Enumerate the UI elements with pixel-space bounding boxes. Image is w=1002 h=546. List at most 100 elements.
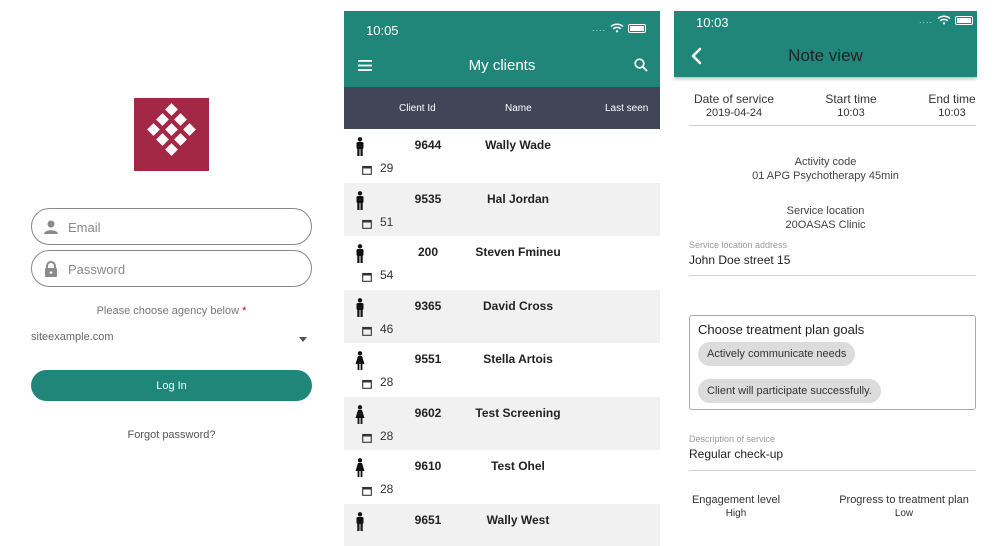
wifi-icon	[610, 23, 624, 33]
male-person-icon	[355, 190, 365, 211]
client-row[interactable]: 9535 Hal Jordan 51	[344, 182, 660, 236]
app-bar: Note view	[674, 34, 977, 77]
column-header-last-seen[interactable]: Last seen	[605, 103, 648, 114]
login-button[interactable]: Log In	[31, 370, 312, 401]
client-row[interactable]: 9610 Test Ohel 28	[344, 450, 660, 504]
client-last-seen-days: 46	[380, 321, 394, 336]
client-name: David Cross	[482, 298, 554, 313]
app-bar: My clients	[344, 45, 660, 87]
system-icons: ....	[919, 15, 973, 25]
client-last-seen-days: 29	[380, 161, 394, 175]
password-input[interactable]	[68, 259, 298, 279]
lock-icon	[45, 261, 57, 277]
agency-select[interactable]: siteexample.com	[31, 328, 312, 348]
client-name: Stella Artois	[483, 352, 553, 366]
activity-code-value: 01 APG Psychotherapy 45min	[752, 170, 899, 182]
client-row[interactable]: 200 Steven Fmineu 54	[344, 236, 660, 290]
treatment-plan-goals: Choose treatment plan goals Actively com…	[689, 315, 976, 410]
goals-title: Choose treatment plan goals	[698, 322, 865, 337]
logo-diamond-grid-icon	[147, 103, 196, 156]
person-icon	[44, 220, 58, 234]
date-of-service-label: Date of service	[693, 92, 775, 106]
service-location-address-value: John Doe street 15	[689, 253, 791, 267]
system-icons: ....	[592, 23, 646, 33]
wifi-icon	[937, 15, 951, 25]
agency-label-text: Please choose agency below	[96, 305, 240, 317]
calendar-icon	[362, 216, 372, 229]
search-icon[interactable]	[634, 58, 648, 72]
battery-icon	[955, 15, 973, 25]
email-field[interactable]	[31, 208, 312, 245]
engagement-level: Engagement level High	[689, 494, 783, 519]
description-value: Regular check-up	[689, 447, 784, 461]
password-field[interactable]	[31, 250, 312, 287]
status-bar: 10:05 ....	[344, 11, 660, 45]
engagement-label: Engagement level	[691, 494, 781, 506]
client-name: Wally West	[486, 512, 550, 527]
end-time: End time 10:03	[921, 92, 977, 119]
agency-logo	[134, 98, 209, 171]
email-input[interactable]	[68, 217, 298, 237]
progress-label: Progress to treatment plan	[839, 494, 969, 506]
client-list: 9644 Wally Wade 29 9535 Hal Jordan 51 200 Steve…	[344, 129, 660, 546]
end-time-label: End time	[928, 92, 976, 106]
status-bar: 10:03 ....	[674, 11, 977, 34]
activity-code-label: Activity code	[794, 156, 857, 168]
female-person-icon	[355, 351, 365, 371]
service-location-address: Service location address John Doe street…	[689, 240, 976, 276]
status-time: 10:05	[366, 23, 399, 38]
calendar-icon	[362, 376, 372, 389]
note-view-screen: 10:03 .... Note view Date of service 201…	[674, 11, 977, 546]
male-person-icon	[355, 297, 365, 318]
signal-icon: ....	[918, 15, 933, 25]
female-person-icon	[355, 458, 365, 478]
client-last-seen-days: 51	[380, 214, 394, 229]
client-last-seen-days: 28	[380, 375, 394, 389]
page-title: Note view	[788, 46, 863, 65]
client-name: Hal Jordan	[486, 191, 549, 206]
client-id: 9644	[414, 138, 442, 152]
date-of-service: Date of service 2019-04-24	[689, 92, 779, 119]
goal-chip[interactable]: Client will participate successfully.	[698, 379, 881, 403]
progress-value: Low	[894, 508, 914, 519]
column-header-client-id[interactable]: Client Id	[399, 103, 436, 114]
client-last-seen-days: 28	[380, 428, 394, 443]
end-time-value: 10:03	[938, 107, 966, 119]
male-person-icon	[355, 137, 365, 157]
battery-icon	[628, 23, 646, 33]
agency-label: Please choose agency below *	[0, 305, 343, 317]
client-id: 9651	[414, 512, 442, 527]
column-header-name[interactable]: Name	[505, 103, 532, 114]
client-name: Wally Wade	[485, 138, 551, 152]
client-name: Steven Fmineu	[475, 245, 561, 259]
service-location-value: 20OASAS Clinic	[785, 219, 866, 231]
page-title: My clients	[468, 57, 536, 74]
female-person-icon	[355, 404, 365, 425]
client-last-seen-days: 28	[380, 482, 394, 496]
service-location-address-label: Service location address	[689, 240, 788, 250]
calendar-icon	[362, 269, 372, 282]
status-time: 10:03	[696, 15, 729, 30]
service-location-label: Service location	[786, 205, 865, 217]
start-time-value: 10:03	[837, 107, 865, 119]
client-id: 9551	[414, 352, 442, 366]
clients-screen: 10:05 .... My clients Client Id Name Las…	[344, 11, 660, 546]
calendar-icon	[362, 323, 372, 336]
goal-chip[interactable]: Actively communicate needs	[698, 342, 856, 366]
client-row[interactable]: 9551 Stella Artois 28	[344, 343, 660, 397]
client-id: 9365	[414, 298, 442, 313]
signal-icon: ....	[591, 23, 606, 33]
client-row[interactable]: 9365 David Cross 46	[344, 289, 660, 343]
client-last-seen-days: 54	[380, 268, 394, 282]
activity-code: Activity code 01 APG Psychotherapy 45min	[674, 156, 977, 182]
client-row[interactable]: 9651 Wally West	[344, 503, 660, 546]
forgot-password-link[interactable]: Forgot password?	[0, 429, 343, 441]
client-name: Test Screening	[475, 405, 561, 420]
client-id: 200	[417, 245, 439, 259]
table-header: Client Id Name Last seen	[344, 87, 660, 129]
client-name: Test Ohel	[491, 459, 545, 473]
description-label: Description of service	[689, 434, 776, 444]
client-row[interactable]: 9602 Test Screening 28	[344, 396, 660, 450]
client-row[interactable]: 9644 Wally Wade 29	[344, 129, 660, 183]
calendar-icon	[362, 483, 372, 496]
